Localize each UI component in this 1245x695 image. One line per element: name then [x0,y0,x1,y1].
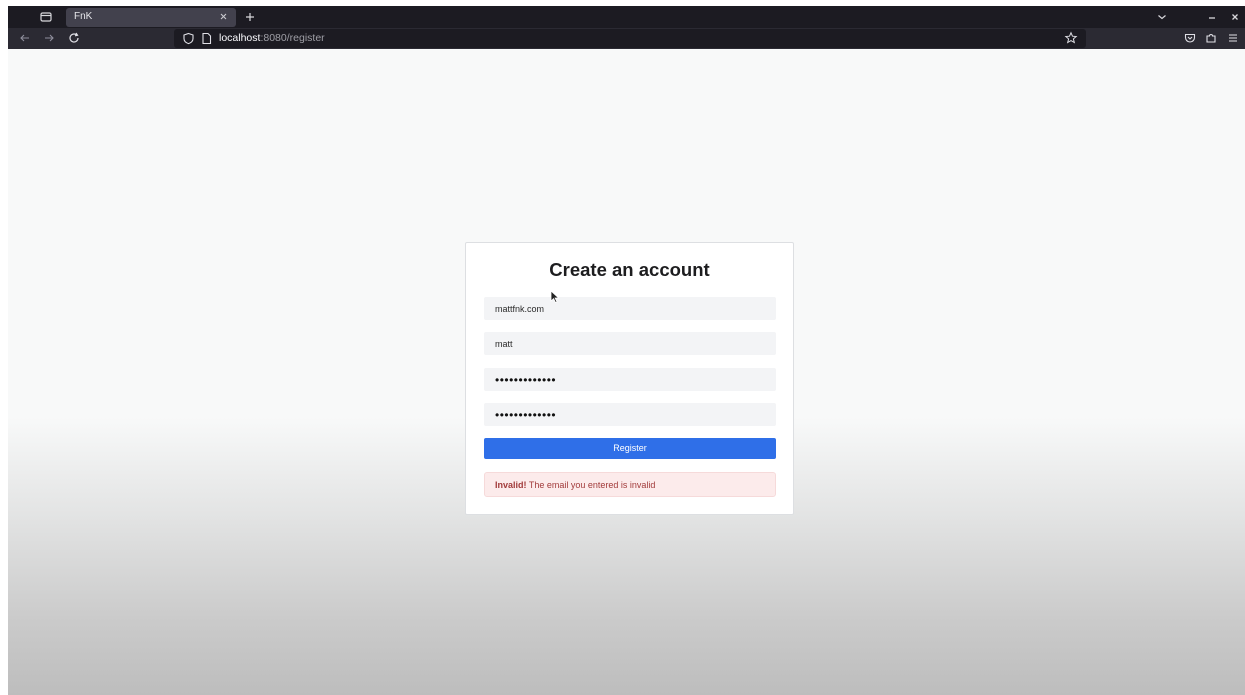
page-icon [200,32,213,45]
tab-active[interactable]: FnK [66,8,236,27]
confirm-password-field[interactable] [484,403,776,426]
error-message: Invalid! The email you entered is invali… [495,480,655,490]
url-bar[interactable]: localhost:8080/register [174,29,1086,48]
window-close-icon[interactable] [1227,9,1243,25]
register-card: Create an account Register Invalid! The … [465,242,794,515]
browser-window: FnK localhost:8080/register Create an ac… [8,6,1245,695]
page-content: Create an account Register Invalid! The … [8,49,1245,695]
minimize-icon[interactable] [1204,9,1220,25]
password-field[interactable] [484,368,776,391]
error-alert: Invalid! The email you entered is invali… [484,472,776,497]
error-detail: The email you entered is invalid [526,480,656,490]
reload-icon[interactable] [67,31,81,45]
username-field[interactable] [484,332,776,355]
navigation-toolbar: localhost:8080/register [8,28,1245,49]
email-field[interactable] [484,297,776,320]
url-host: localhost [219,32,261,44]
tab-strip: FnK [8,6,1245,28]
pocket-icon[interactable] [1183,31,1197,45]
register-button[interactable]: Register [484,438,776,459]
shield-icon[interactable] [182,32,195,45]
tab-title: FnK [74,11,93,22]
chevron-down-icon[interactable] [1154,9,1170,25]
error-strong: Invalid! [495,480,527,490]
page-title: Create an account [549,259,710,280]
back-arrow-icon[interactable] [18,31,32,45]
hamburger-menu-icon[interactable] [1226,31,1240,45]
forward-arrow-icon[interactable] [42,31,56,45]
url-text[interactable]: localhost:8080/register [219,32,325,44]
mouse-cursor-icon [550,290,562,304]
url-path: :8080/register [260,32,325,44]
new-tab-plus-icon[interactable] [242,9,258,25]
star-icon[interactable] [1064,31,1078,45]
extensions-icon[interactable] [1204,31,1218,45]
tab-close-icon[interactable] [217,10,230,23]
tab-list-icon[interactable] [38,9,54,25]
